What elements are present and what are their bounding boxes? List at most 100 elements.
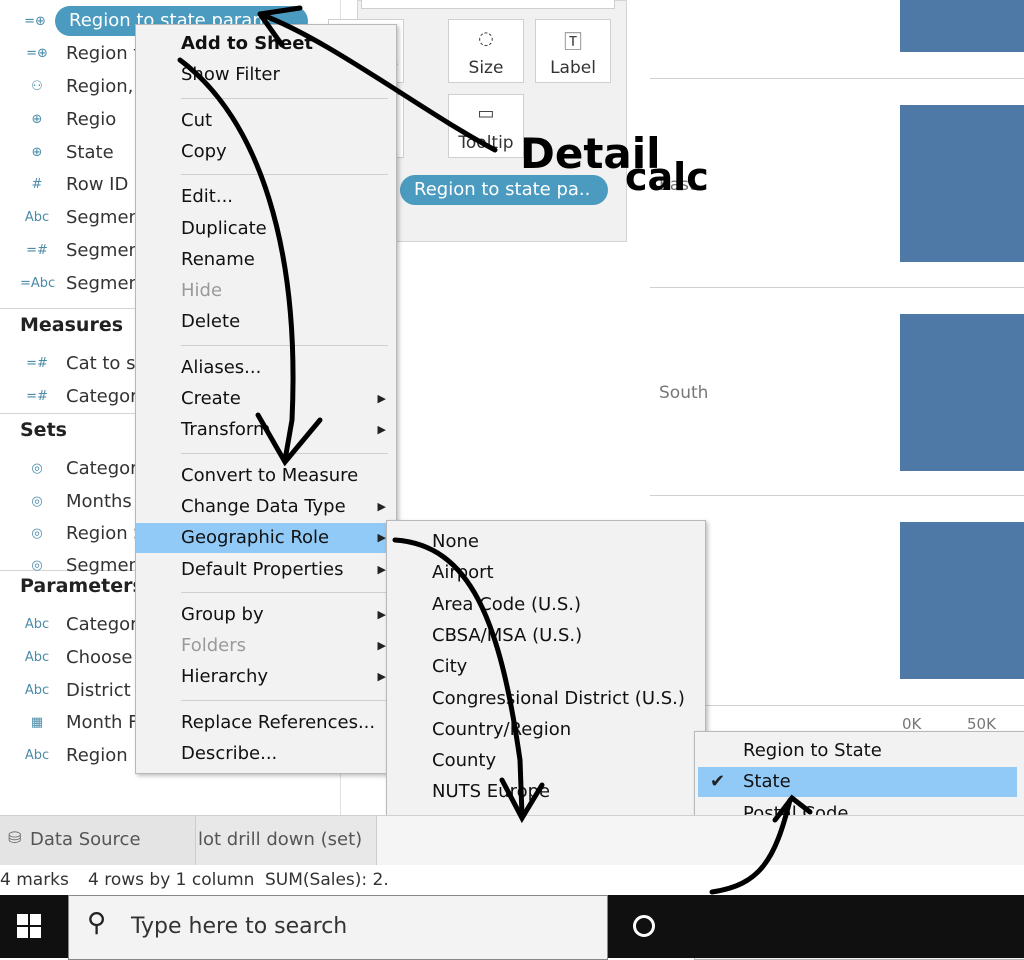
menu-item[interactable]: Hide (136, 276, 396, 306)
menu-item[interactable]: Rename (136, 245, 396, 275)
geo-role-item[interactable]: None (387, 527, 705, 557)
menu-separator (181, 452, 388, 454)
menu-item[interactable]: Create ▶ (136, 384, 396, 414)
field-label: Row ID (66, 174, 129, 195)
submenu-arrow-icon: ▶ (377, 670, 386, 684)
sheet-tab[interactable]: lot drill down (set) (196, 816, 377, 866)
field-label: Categor (66, 614, 138, 635)
label-button[interactable]: 🅃 Label (535, 19, 611, 83)
menu-item[interactable]: Folders ▶ (136, 631, 396, 661)
submenu-arrow-icon: ▶ (377, 423, 386, 437)
menu-item[interactable]: Aliases... (136, 353, 396, 383)
row-label-south: South (659, 383, 709, 403)
bar-mark[interactable] (900, 0, 1024, 52)
create-from-option[interactable]: ✔ State (698, 767, 1017, 798)
submenu-arrow-icon: ▶ (377, 562, 386, 576)
menu-separator (181, 344, 388, 346)
detail-pill[interactable]: Region to state pa.. (400, 175, 608, 205)
field-label: Regio (66, 109, 117, 130)
menu-item[interactable]: Duplicate (136, 214, 396, 244)
field-type-icon: ⊕ (31, 145, 43, 160)
field-label: Segmen (66, 207, 140, 228)
field-label: District (66, 680, 131, 701)
measures-heading: Measures (20, 314, 124, 336)
submenu-arrow-icon: ▶ (377, 531, 386, 545)
geo-role-item[interactable]: Airport (387, 558, 705, 588)
menu-separator (181, 97, 388, 99)
menu-item[interactable]: Hierarchy ▶ (136, 662, 396, 692)
tooltip-button[interactable]: ▭ Tooltip (448, 94, 524, 158)
field-type-icon: ◎ (31, 526, 43, 541)
field-label: Region, (66, 76, 134, 97)
field-type-icon: =# (26, 356, 48, 371)
field-label: Months (66, 491, 132, 512)
size-icon: ◌ (478, 28, 494, 49)
menu-item[interactable]: Geographic Role ▶ (136, 523, 396, 554)
data-source-tab[interactable]: ⛁ Data Source (0, 816, 196, 866)
field-context-menu: Add to Sheet Show Filter Cut Copy Edit... Dup… (135, 24, 397, 774)
menu-item[interactable]: Transform ▶ (136, 415, 396, 445)
menu-item[interactable]: Describe... (136, 739, 396, 769)
create-from-option[interactable]: Region to State (698, 736, 1017, 766)
menu-separator (181, 591, 388, 593)
menu-item[interactable]: Add to Sheet (136, 29, 396, 59)
field-type-icon: Abc (24, 617, 50, 632)
field-type-icon: ◎ (31, 461, 43, 476)
field-type-icon: Abc (24, 650, 50, 665)
field-label: Region F (66, 745, 144, 766)
menu-item[interactable]: Copy (136, 137, 396, 167)
checkmark-icon: ✔ (710, 771, 726, 793)
submenu-arrow-icon: ▶ (377, 499, 386, 513)
field-label: Categor (66, 458, 138, 479)
menu-item[interactable]: Show Filter (136, 60, 396, 90)
sheet-tabs-bar: ⛁ Data Source lot drill down (set) (0, 815, 1024, 866)
field-type-icon: Abc (24, 210, 50, 225)
field-type-icon: =⊕ (26, 46, 48, 61)
field-type-icon: ◎ (31, 494, 43, 509)
field-label: Segmen (66, 240, 140, 261)
geo-role-item[interactable]: Country/Region (387, 715, 705, 745)
menu-item[interactable]: Convert to Measure (136, 461, 396, 491)
size-button[interactable]: ◌ Size (448, 19, 524, 83)
field-label: Region S (66, 523, 145, 544)
field-type-icon: =# (26, 243, 48, 258)
submenu-arrow-icon: ▶ (377, 392, 386, 405)
menu-item[interactable]: Replace References... (136, 708, 396, 738)
menu-item[interactable]: Delete (136, 307, 396, 337)
field-label: Segmen (66, 273, 140, 294)
geo-role-item[interactable]: CBSA/MSA (U.S.) (387, 621, 705, 651)
field-label: State (66, 142, 114, 163)
windows-start-icon[interactable] (17, 914, 41, 938)
menu-item[interactable]: Default Properties ▶ (136, 555, 396, 585)
field-type-icon: Abc (24, 748, 50, 763)
menu-item[interactable]: Cut (136, 106, 396, 136)
row-label-east: East (659, 175, 696, 195)
submenu-arrow-icon: ▶ (377, 639, 386, 653)
search-icon: ⚲ (87, 908, 107, 938)
menu-item[interactable]: Group by ▶ (136, 600, 396, 630)
field-type-icon: Abc (24, 683, 50, 698)
geo-role-item[interactable]: Congressional District (U.S.) (387, 684, 705, 714)
menu-separator (181, 699, 388, 701)
marks-card: ● olor ◌ Size 🅃 Label ∴ tail ▭ Tooltip R… (328, 0, 627, 242)
field-type-icon: ▦ (30, 715, 44, 730)
taskbar-search-box[interactable]: ⚲ Type here to search (68, 895, 608, 960)
geo-role-item[interactable]: Area Code (U.S.) (387, 590, 705, 620)
submenu-arrow-icon: ▶ (377, 607, 386, 621)
bar-mark[interactable] (900, 314, 1024, 471)
field-label: Month F (66, 712, 139, 733)
field-type-icon: ⚇ (31, 79, 43, 94)
field-type-icon: =Abc (20, 276, 56, 291)
bar-mark[interactable] (900, 522, 1024, 679)
field-type-icon: # (31, 177, 43, 192)
geo-role-item[interactable]: NUTS Europe (387, 777, 705, 807)
geo-role-item[interactable]: County (387, 746, 705, 776)
menu-item[interactable]: Edit... (136, 182, 396, 212)
windows-taskbar: ⚲ Type here to search (0, 895, 1024, 960)
bar-mark[interactable] (900, 105, 1024, 262)
menu-item[interactable]: Change Data Type ▶ (136, 492, 396, 522)
sets-heading: Sets (20, 419, 67, 441)
label-icon: 🅃 (564, 32, 582, 53)
cortana-icon[interactable] (633, 915, 655, 937)
geo-role-item[interactable]: City (387, 652, 705, 682)
